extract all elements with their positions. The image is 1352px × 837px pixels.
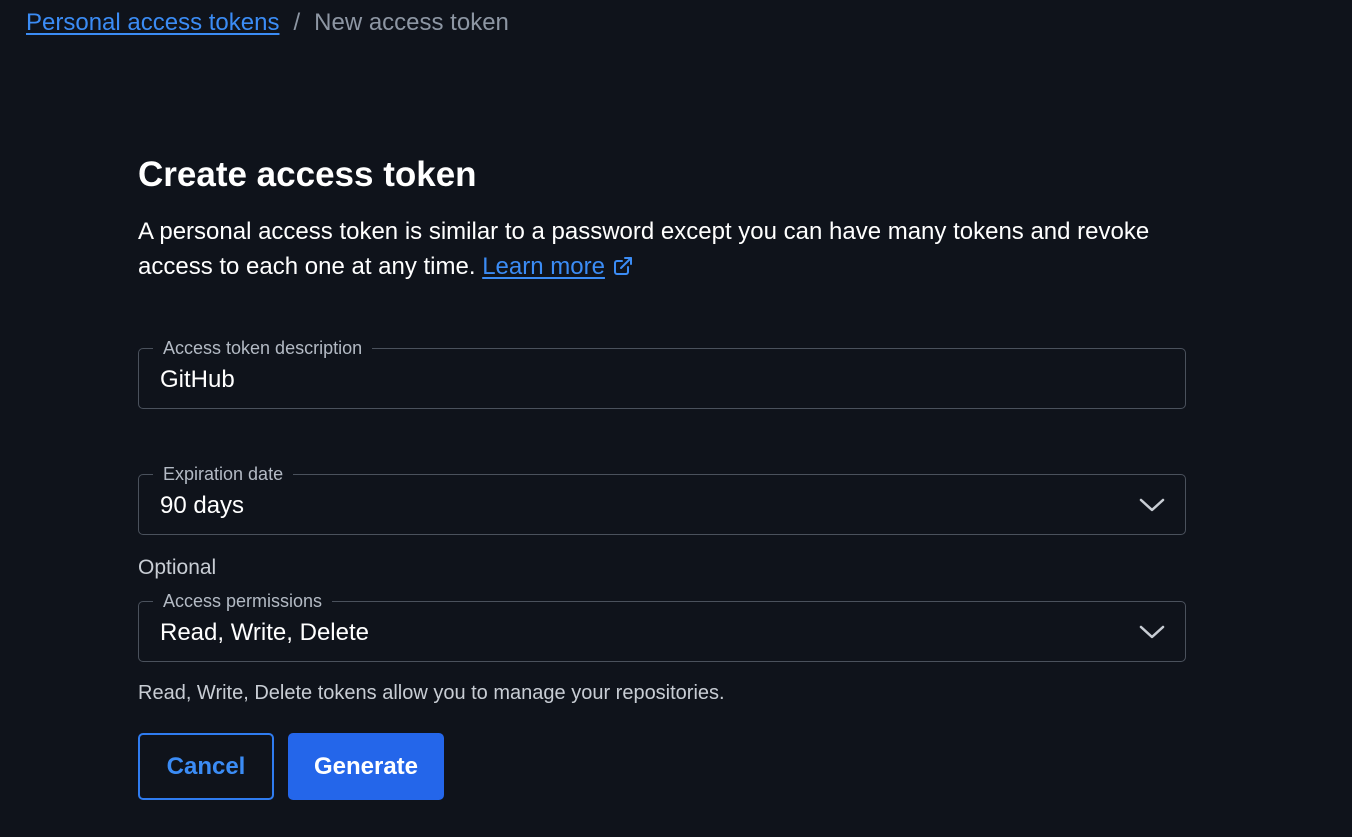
expiration-date-select[interactable]: Expiration date 90 days xyxy=(138,462,1186,535)
description-field-label: Access token description xyxy=(153,336,373,360)
intro-text: A personal access token is similar to a … xyxy=(138,218,1150,280)
description-input-value[interactable]: GitHub xyxy=(160,365,235,395)
description-field[interactable]: Access token description GitHub xyxy=(138,336,1186,409)
permissions-helper-text: Read, Write, Delete tokens allow you to … xyxy=(138,682,725,704)
generate-button[interactable]: Generate xyxy=(288,733,444,800)
breadcrumb-personal-access-tokens-link[interactable]: Personal access tokens xyxy=(26,8,279,38)
create-token-form: Create access token A personal access to… xyxy=(138,152,1188,800)
breadcrumb-current: New access token xyxy=(314,9,509,36)
chevron-down-icon[interactable] xyxy=(1138,495,1166,515)
access-permissions-select[interactable]: Access permissions Read, Write, Delete xyxy=(138,589,1186,662)
intro-paragraph: A personal access token is similar to a … xyxy=(138,214,1188,286)
external-link-icon[interactable] xyxy=(613,251,633,286)
expiration-date-label: Expiration date xyxy=(153,462,294,486)
cancel-button[interactable]: Cancel xyxy=(138,733,274,800)
expiration-date-value: 90 days xyxy=(160,492,245,519)
breadcrumb-separator: / xyxy=(293,9,301,36)
optional-label: Optional xyxy=(138,556,217,579)
access-permissions-value: Read, Write, Delete xyxy=(160,619,369,646)
chevron-down-icon[interactable] xyxy=(1138,622,1166,642)
access-permissions-label: Access permissions xyxy=(153,589,333,613)
page-title: Create access token xyxy=(138,155,477,194)
page: Personal access tokens / New access toke… xyxy=(0,0,1352,837)
breadcrumb: Personal access tokens / New access toke… xyxy=(26,8,509,38)
learn-more-link[interactable]: Learn more xyxy=(482,253,605,280)
learn-more-label: Learn more xyxy=(482,253,605,280)
